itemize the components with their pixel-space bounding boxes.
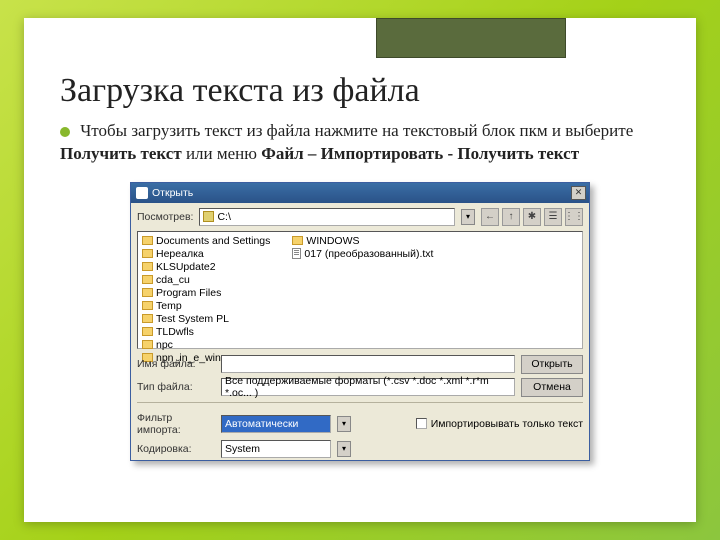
close-button[interactable]: ✕ [571,186,586,200]
filetype-combo[interactable]: Все поддерживаемые форматы (*.csv *.doc … [221,378,515,396]
body-prefix: Чтобы загрузить текст из файла нажмите н… [80,121,633,140]
list-item[interactable]: Documents and Settings [142,235,270,247]
item-label: TLDwfls [156,326,194,338]
only-text-label: Импортировывать только текст [431,418,583,430]
lookin-combo[interactable]: C:\ [199,208,455,226]
lookin-value: C:\ [217,211,230,223]
folder-icon [292,236,303,245]
decorative-header-box [376,18,566,58]
folder-icon [142,262,153,271]
item-label: Нереалка [156,248,204,260]
list-item[interactable]: npc [142,339,270,351]
folder-icon [142,340,153,349]
file-list-pane[interactable]: Documents and SettingsНереалкаKLSUpdate2… [137,231,583,349]
list-item[interactable]: Program Files [142,287,270,299]
nav-up-button[interactable]: ↑ [502,208,520,226]
import-filter-combo[interactable]: Автоматически [221,415,331,433]
item-label: 017 (преобразованный).txt [304,248,433,260]
list-item[interactable]: TLDwfls [142,326,270,338]
filename-input[interactable] [221,355,515,373]
item-label: cda_cu [156,274,190,286]
titlebar: Открыть ✕ [131,183,589,203]
encoding-label: Кодировка: [137,443,215,455]
list-item[interactable]: KLSUpdate2 [142,261,270,273]
body-mid: или меню [186,144,261,163]
encoding-combo[interactable]: System [221,440,331,458]
item-label: Temp [156,300,182,312]
import-filter-label: Фильтр импорта: [137,412,215,436]
item-label: WINDOWS [306,235,359,247]
lookin-label: Посмотрев: [137,211,193,223]
folder-icon [142,236,153,245]
list-item[interactable]: 017 (преобразованный).txt [292,248,433,260]
slide-title: Загрузка текста из файла [60,72,660,110]
dialog-icon [136,187,148,199]
import-filter-dropdown-button[interactable]: ▾ [337,416,351,432]
lookin-dropdown-button[interactable]: ▾ [461,209,475,225]
nav-view-list-button[interactable]: ☰ [544,208,562,226]
folder-icon [142,288,153,297]
item-label: npc [156,339,173,351]
list-item[interactable]: Test System PL [142,313,270,325]
folder-icon [142,301,153,310]
list-item[interactable]: Temp [142,300,270,312]
item-label: Program Files [156,287,221,299]
nav-new-folder-button[interactable]: ✱ [523,208,541,226]
only-text-checkbox[interactable] [416,418,427,429]
list-item[interactable]: cda_cu [142,274,270,286]
divider [137,402,583,403]
folder-icon [142,327,153,336]
open-button[interactable]: Открыть [521,355,583,374]
encoding-dropdown-button[interactable]: ▾ [337,441,351,457]
bullet-icon [60,127,70,137]
drive-icon [203,211,214,222]
slide-body: Чтобы загрузить текст из файла нажмите н… [60,120,660,166]
bold-menu-path: Файл – Импортировать - Получить текст [261,144,579,163]
folder-icon [142,249,153,258]
cancel-button[interactable]: Отмена [521,378,583,397]
filename-label: Имя файла: [137,358,215,370]
open-file-dialog: Открыть ✕ Посмотрев: C:\ ▾ ← ↑ ✱ ☰ [130,182,590,461]
filetype-label: Тип файла: [137,381,215,393]
list-item[interactable]: Нереалка [142,248,270,260]
nav-view-details-button[interactable]: ⋮⋮ [565,208,583,226]
folder-icon [142,275,153,284]
bold-get-text: Получить текст [60,144,182,163]
item-label: KLSUpdate2 [156,261,216,273]
nav-back-button[interactable]: ← [481,208,499,226]
dialog-title: Открыть [152,187,193,199]
list-item[interactable]: WINDOWS [292,235,433,247]
text-file-icon [292,248,301,259]
item-label: Documents and Settings [156,235,270,247]
folder-icon [142,314,153,323]
item-label: Test System PL [156,313,229,325]
